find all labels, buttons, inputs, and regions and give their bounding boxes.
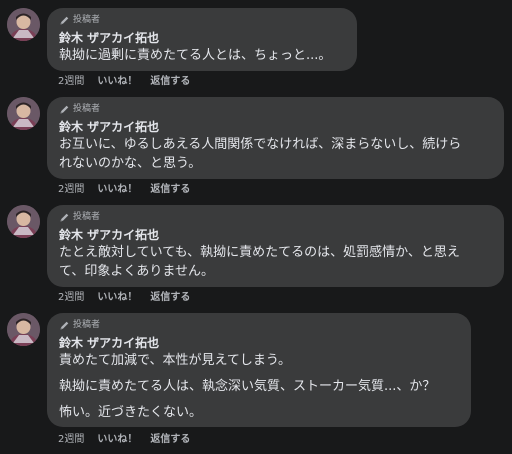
like-button[interactable]: いいね！	[97, 291, 137, 305]
author-badge: 投稿者	[59, 14, 345, 27]
comment-text: 怖い。近づきたくない。	[59, 405, 203, 420]
reply-button[interactable]: 返信する	[150, 75, 190, 89]
comment-text: れないのかな、と思う。	[59, 156, 202, 171]
comment-actions: 2週間 いいね！ 返信する	[58, 183, 190, 197]
avatar[interactable]	[7, 313, 40, 346]
comment-bubble: 投稿者 鈴木 ザアカイ拓也 たとえ敵対していても、執拗に責めたてるのは、処罰感情…	[47, 205, 504, 287]
comment-bubble: 投稿者 鈴木 ザアカイ拓也 執拗に過剰に責めたてる人とは、ちょっと...。	[47, 8, 357, 71]
reply-button[interactable]: 返信する	[150, 433, 190, 447]
comment-text: 執拗に過剰に責めたてる人とは、ちょっと...。	[59, 48, 332, 63]
comment-actions: 2週間 いいね！ 返信する	[58, 433, 190, 447]
pen-icon	[59, 15, 70, 26]
avatar[interactable]	[7, 97, 40, 130]
timestamp[interactable]: 2週間	[58, 291, 84, 305]
like-button[interactable]: いいね！	[97, 183, 137, 197]
author-badge-label: 投稿者	[73, 104, 101, 114]
comment-text: て、印象よくありません。	[59, 264, 214, 279]
comment-text: お互いに、ゆるしあえる人間関係でなければ、深まらないし、続けら	[59, 137, 462, 152]
like-button[interactable]: いいね！	[97, 433, 137, 447]
pen-icon	[59, 104, 70, 115]
timestamp[interactable]: 2週間	[58, 433, 84, 447]
pen-icon	[59, 212, 70, 223]
reply-button[interactable]: 返信する	[150, 291, 190, 305]
comment-text: 執拗に責めたてる人は、執念深い気質、ストーカー気質...、か？	[59, 379, 436, 394]
comment-actions: 2週間 いいね！ 返信する	[58, 75, 190, 89]
timestamp[interactable]: 2週間	[58, 183, 84, 197]
avatar[interactable]	[7, 8, 40, 41]
comment-text: たとえ敵対していても、執拗に責めたてるのは、処罰感情か、と思え	[59, 245, 460, 260]
comment-actions: 2週間 いいね！ 返信する	[58, 291, 190, 305]
like-button[interactable]: いいね！	[97, 75, 137, 89]
author-badge: 投稿者	[59, 211, 492, 224]
author-name[interactable]: 鈴木 ザアカイ拓也	[59, 30, 345, 46]
author-badge-label: 投稿者	[73, 212, 101, 222]
comment-text: 責めたて加減で、本性が見えてしまう。	[59, 353, 292, 368]
author-badge: 投稿者	[59, 103, 492, 116]
author-badge: 投稿者	[59, 319, 459, 332]
author-badge-label: 投稿者	[73, 320, 101, 330]
reply-button[interactable]: 返信する	[150, 183, 190, 197]
avatar[interactable]	[7, 205, 40, 238]
comment-bubble: 投稿者 鈴木 ザアカイ拓也 お互いに、ゆるしあえる人間関係でなければ、深まらない…	[47, 97, 504, 179]
timestamp[interactable]: 2週間	[58, 75, 84, 89]
author-name[interactable]: 鈴木 ザアカイ拓也	[59, 227, 492, 243]
author-name[interactable]: 鈴木 ザアカイ拓也	[59, 119, 492, 135]
pen-icon	[59, 320, 70, 331]
author-badge-label: 投稿者	[73, 15, 101, 25]
author-name[interactable]: 鈴木 ザアカイ拓也	[59, 335, 459, 351]
comment-bubble: 投稿者 鈴木 ザアカイ拓也 責めたて加減で、本性が見えてしまう。 執拗に責めたて…	[47, 313, 471, 427]
